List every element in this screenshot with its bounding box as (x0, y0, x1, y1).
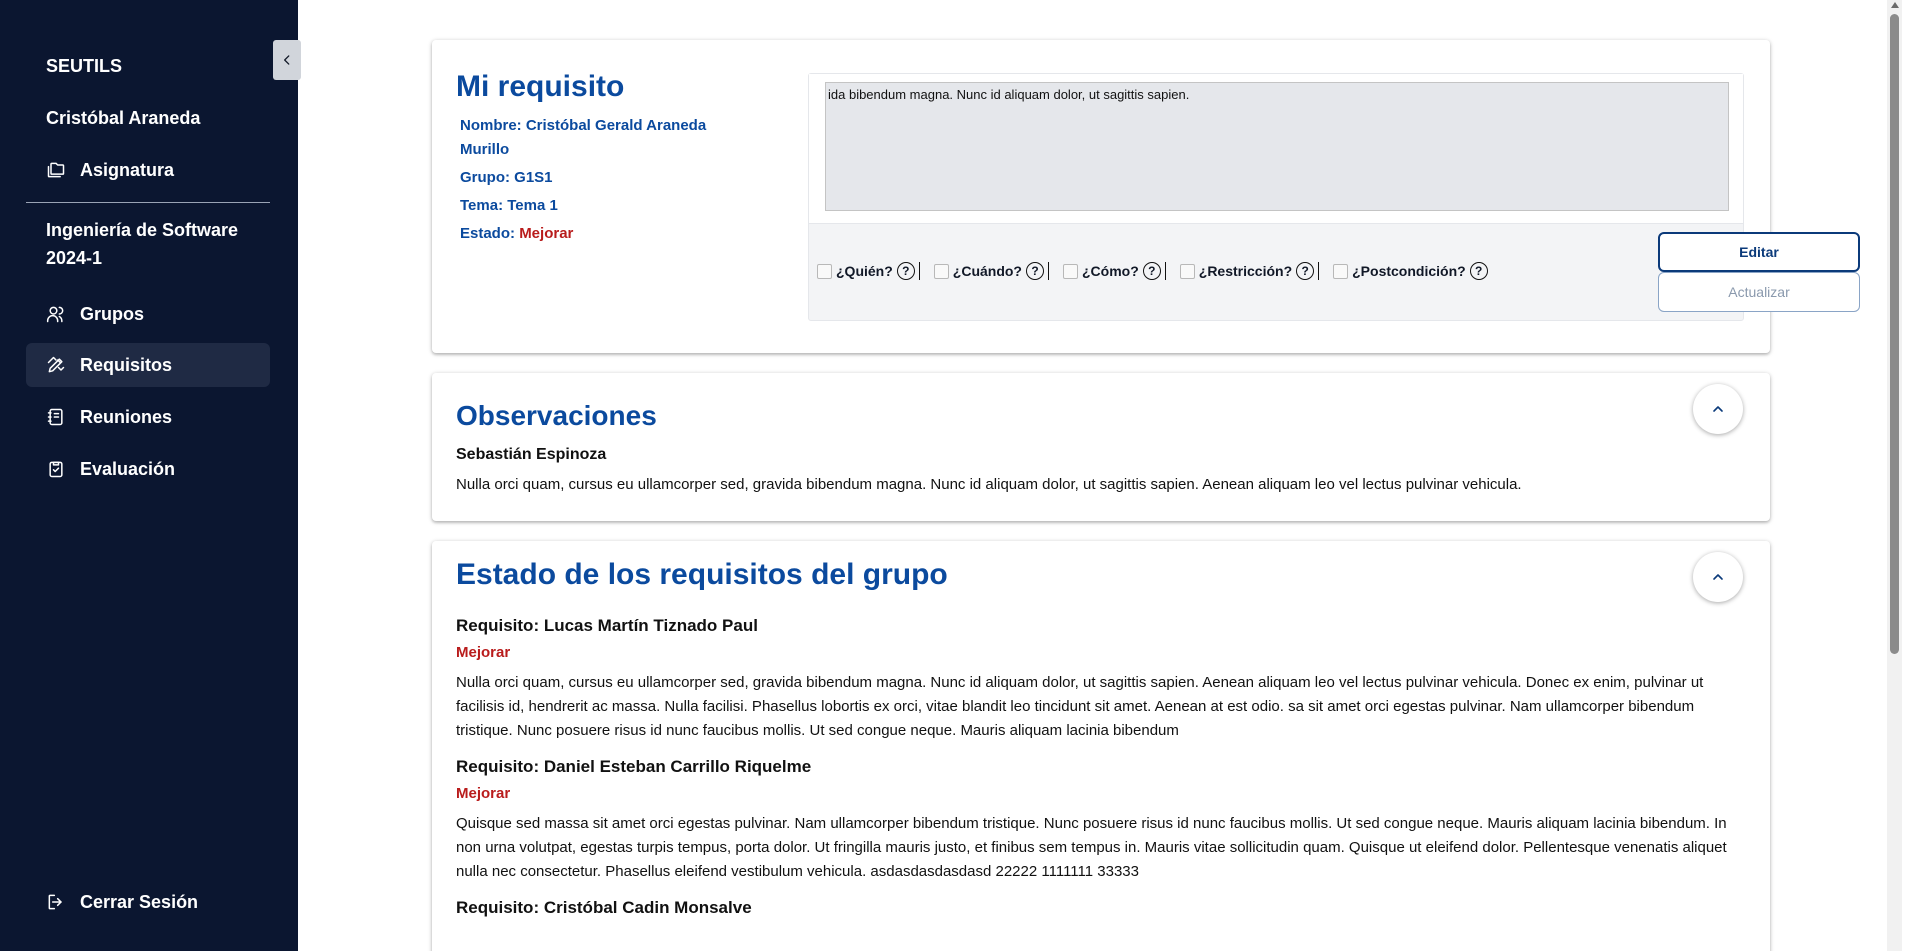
collapse-observations-button[interactable] (1693, 384, 1743, 434)
observation-author: Sebastián Espinoza (456, 446, 607, 463)
logout-label: Cerrar Sesión (80, 891, 199, 912)
checkbox[interactable] (1333, 263, 1349, 279)
clipboard-check-icon (46, 459, 66, 479)
sidebar-item-reuniones[interactable]: Reuniones (26, 395, 270, 439)
topic-value: Tema 1 (507, 197, 558, 214)
logout-icon (46, 892, 66, 912)
topic-label: Tema: (460, 197, 504, 214)
sidebar-item-label: Reuniones (80, 406, 173, 427)
help-icon[interactable]: ? (1142, 262, 1161, 280)
list-item: Requisito: Daniel Esteban Carrillo Rique… (456, 757, 1746, 884)
user-name: Cristóbal Araneda (46, 108, 201, 128)
observation-text: Nulla orci quam, cursus eu ullamcorper s… (456, 476, 1522, 493)
check-restriccion[interactable]: ¿Restricción? ? (1179, 262, 1320, 280)
requirement-author: Requisito: Cristóbal Cadin Monsalve (456, 898, 752, 917)
checkbox[interactable] (1063, 263, 1078, 279)
section-title: Observaciones (456, 400, 657, 431)
chevron-left-icon (284, 55, 290, 65)
sidebar-item-label: Asignatura (80, 159, 175, 180)
status-badge: Mejorar (519, 225, 574, 242)
checkbox[interactable] (1179, 263, 1195, 279)
status-badge: Mejorar (456, 785, 511, 802)
main-content: Mi requisito Nombre: Cristóbal Gerald Ar… (298, 0, 1902, 951)
observations-card: Observaciones Sebastián Espinoza Nulla o… (432, 373, 1770, 521)
sidebar-item-label: Grupos (80, 303, 145, 324)
requirement-text: Nulla orci quam, cursus eu ullamcorper s… (456, 674, 1704, 739)
edit-button[interactable]: Editar (1658, 232, 1860, 272)
check-label: ¿Cuándo? (952, 263, 1022, 279)
app-brand: SEUTILS (46, 56, 123, 76)
list-item: Requisito: Lucas Martín Tiznado Paul Mej… (456, 616, 1746, 743)
sidebar-item-label: Evaluación (80, 458, 176, 479)
group-requirements-list: Requisito: Lucas Martín Tiznado Paul Mej… (456, 616, 1746, 932)
folders-icon (46, 160, 66, 180)
collapse-group-status-button[interactable] (1693, 552, 1743, 602)
requirement-meta: Nombre: Cristóbal Gerald Araneda Murillo… (460, 114, 750, 250)
help-icon[interactable]: ? (1026, 262, 1044, 280)
chevron-up-icon (1713, 574, 1723, 580)
scroll-up-icon[interactable] (1891, 2, 1899, 8)
check-como[interactable]: ¿Cómo? ? (1063, 262, 1166, 280)
notebook-icon (46, 407, 66, 427)
list-item: Requisito: Cristóbal Cadin Monsalve (456, 898, 1746, 918)
help-icon[interactable]: ? (1469, 262, 1488, 280)
course-name: Ingeniería de Software 2024-1 (46, 220, 239, 268)
help-icon[interactable]: ? (896, 262, 915, 280)
requirement-text: Quisque sed massa sit amet orci egestas … (456, 815, 1727, 880)
sidebar-item-label: Requisitos (80, 354, 173, 375)
requirement-author: Requisito: Lucas Martín Tiznado Paul (456, 616, 758, 635)
divider (1318, 262, 1320, 280)
chevron-up-icon (1713, 406, 1723, 412)
pen-ruler-icon (46, 355, 66, 375)
criteria-checklist: ¿Quién? ? ¿Cuándo? ? ¿Cómo? ? ¿Restricci… (817, 262, 1502, 280)
checkbox[interactable] (933, 263, 949, 279)
topic-row: Tema: Tema 1 (460, 194, 750, 218)
check-postcondicion[interactable]: ¿Postcondición? ? (1333, 262, 1488, 280)
sidebar-divider (26, 202, 270, 203)
my-requirement-card: Mi requisito Nombre: Cristóbal Gerald Ar… (432, 40, 1860, 353)
divider (918, 262, 920, 280)
divider (1048, 262, 1049, 280)
status-label: Estado: (460, 225, 516, 242)
page-title: Mi requisito (456, 70, 625, 103)
sidebar: SEUTILS Cristóbal Araneda Asignatura Ing… (0, 0, 298, 951)
checkbox[interactable] (817, 263, 832, 279)
page-scrollbar[interactable] (1887, 0, 1902, 951)
group-status-card: Estado de los requisitos del grupo Requi… (432, 541, 1770, 951)
sidebar-item-evaluacion[interactable]: Evaluación (26, 447, 270, 491)
name-row: Nombre: Cristóbal Gerald Araneda Murillo (460, 114, 750, 162)
check-label: ¿Restricción? (1198, 263, 1293, 279)
group-label: Grupo: (460, 169, 510, 186)
check-quien[interactable]: ¿Quién? ? (817, 262, 920, 280)
divider (1164, 262, 1166, 280)
status-row: Estado: Mejorar (460, 222, 750, 246)
check-cuando[interactable]: ¿Cuándo? ? (933, 262, 1049, 280)
collapse-sidebar-button[interactable] (273, 40, 301, 80)
check-label: ¿Quién? (836, 263, 893, 279)
requirement-editor: ida bibendum magna. Nunc id aliquam dolo… (808, 73, 1744, 321)
name-label: Nombre: (460, 117, 522, 134)
check-label: ¿Postcondición? (1352, 263, 1466, 279)
update-button[interactable]: Actualizar (1658, 272, 1860, 312)
scrollbar-thumb[interactable] (1890, 14, 1899, 654)
requirement-editor-top: ida bibendum magna. Nunc id aliquam dolo… (809, 74, 1743, 224)
status-badge: Mejorar (456, 644, 511, 661)
users-icon (46, 304, 66, 324)
group-row: Grupo: G1S1 (460, 166, 750, 190)
group-value: G1S1 (514, 169, 553, 186)
requirement-textarea[interactable]: ida bibendum magna. Nunc id aliquam dolo… (825, 82, 1729, 211)
logout-button[interactable]: Cerrar Sesión (26, 880, 270, 924)
help-icon[interactable]: ? (1296, 262, 1315, 280)
sidebar-item-asignatura[interactable]: Asignatura (26, 148, 270, 192)
check-label: ¿Cómo? (1082, 263, 1139, 279)
sidebar-item-grupos[interactable]: Grupos (26, 292, 270, 336)
requirement-author: Requisito: Daniel Esteban Carrillo Rique… (456, 757, 812, 776)
sidebar-item-requisitos[interactable]: Requisitos (26, 343, 270, 387)
section-title: Estado de los requisitos del grupo (456, 558, 948, 591)
